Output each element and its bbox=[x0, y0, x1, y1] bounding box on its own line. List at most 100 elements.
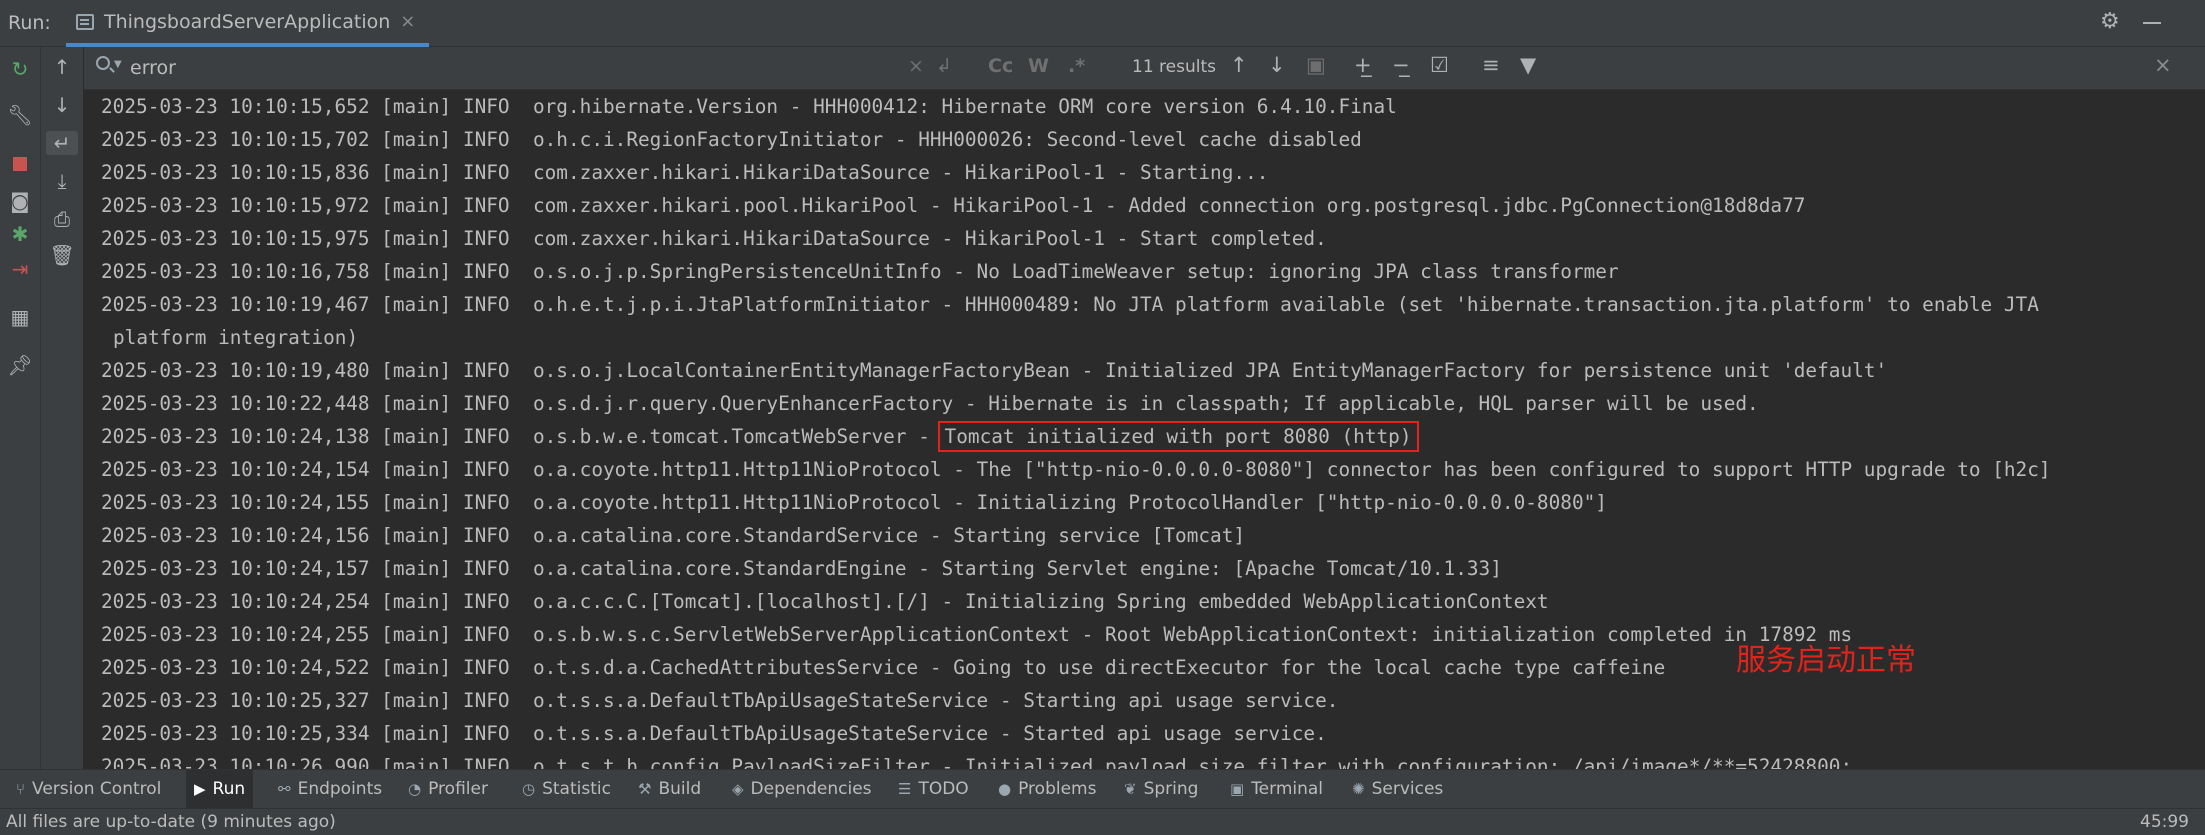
filter-lines-icon[interactable]: ≡ bbox=[1482, 53, 1500, 77]
hammer-icon: ⚒ bbox=[638, 780, 652, 798]
log-line-continuation: platform integration) bbox=[113, 326, 359, 349]
log-line-highlighted: 2025-03-23 10:10:24,138 [main] INFO o.s.… bbox=[101, 420, 2181, 453]
layers-icon: ◈ bbox=[732, 780, 744, 798]
scroll-to-end-icon[interactable]: ⤓ bbox=[50, 169, 74, 193]
tool-label: Services bbox=[1371, 779, 1444, 799]
highlighted-message: Tomcat initialized with port 8080 (http) bbox=[937, 421, 1419, 452]
exit-icon[interactable]: ⇥ bbox=[8, 257, 32, 281]
stop-icon[interactable] bbox=[8, 152, 32, 176]
arrow-up-icon[interactable]: ↑ bbox=[50, 55, 74, 79]
log-line: 2025-03-23 10:10:15,702 [main] INFO o.h.… bbox=[101, 128, 1362, 151]
select-occurrences-icon[interactable]: ☑ bbox=[1430, 53, 1449, 77]
tool-terminal[interactable]: ▣ Terminal bbox=[1222, 770, 1331, 808]
services-icon: ✺ bbox=[1352, 780, 1365, 798]
tool-spring[interactable]: ❦ Spring bbox=[1116, 770, 1206, 808]
log-line: 2025-03-23 10:10:19,467 [main] INFO o.h.… bbox=[101, 293, 2039, 316]
tool-label: Spring bbox=[1143, 779, 1199, 799]
tool-todo[interactable]: ☰ TODO bbox=[890, 770, 977, 808]
search-input[interactable] bbox=[128, 53, 952, 83]
debug-icon[interactable]: ✱ bbox=[8, 222, 32, 246]
tool-label: Endpoints bbox=[297, 779, 383, 799]
minimize-icon[interactable] bbox=[2143, 22, 2161, 24]
log-line: 2025-03-23 10:10:24,157 [main] INFO o.a.… bbox=[101, 557, 1502, 580]
previous-occurrence-icon[interactable]: ↑ bbox=[1230, 53, 1248, 77]
select-all-occurrences-icon[interactable]: ▣ bbox=[1306, 53, 1326, 77]
tool-label: Terminal bbox=[1251, 779, 1324, 799]
log-line: 2025-03-23 10:10:25,327 [main] INFO o.t.… bbox=[101, 689, 1339, 712]
log-line: 2025-03-23 10:10:19,480 [main] INFO o.s.… bbox=[101, 359, 1888, 382]
funnel-icon[interactable]: ▼ bbox=[1520, 53, 1536, 77]
soft-wrap-icon[interactable]: ↵ bbox=[46, 131, 78, 155]
leaf-icon: ❦ bbox=[1124, 780, 1137, 798]
log-line: 2025-03-23 10:10:15,975 [main] INFO com.… bbox=[101, 227, 1327, 250]
endpoints-icon: ⚯ bbox=[278, 780, 291, 798]
layout-icon[interactable]: ▦ bbox=[8, 305, 32, 329]
remove-occurrence-icon[interactable]: −̲ bbox=[1392, 53, 1410, 77]
log-line: 2025-03-23 10:10:24,155 [main] INFO o.a.… bbox=[101, 491, 1607, 514]
annotation-text: 服务启动正常 bbox=[1736, 643, 1916, 678]
camera-icon[interactable]: ◙ bbox=[8, 189, 32, 213]
wrench-icon[interactable]: 🔧︎ bbox=[7, 103, 32, 127]
clear-search-icon[interactable]: × bbox=[908, 55, 924, 77]
log-line: 2025-03-23 10:10:15,652 [main] INFO org.… bbox=[101, 95, 1397, 118]
tool-window-bar: ⑂ Version Control ▶ Run ⚯ Endpoints ◔ Profil… bbox=[0, 769, 2205, 808]
info-icon: ● bbox=[998, 780, 1012, 798]
tool-dependencies[interactable]: ◈ Dependencies bbox=[724, 770, 880, 808]
match-case-toggle[interactable]: Cc bbox=[988, 55, 1013, 77]
status-message[interactable]: All files are up-to-date (9 minutes ago) bbox=[6, 812, 336, 832]
console-icon bbox=[76, 13, 94, 30]
tool-run[interactable]: ▶ Run bbox=[186, 770, 254, 808]
close-tab-icon[interactable]: × bbox=[400, 11, 415, 32]
gear-icon[interactable]: ⚙ bbox=[2100, 9, 2120, 34]
tool-problems[interactable]: ● Problems bbox=[990, 770, 1104, 808]
pin-icon[interactable]: 📌︎ bbox=[7, 353, 32, 377]
arrow-down-icon[interactable]: ↓ bbox=[50, 93, 74, 117]
words-toggle[interactable]: W bbox=[1028, 55, 1049, 77]
log-line-prefix: 2025-03-23 10:10:24,138 [main] INFO o.s.… bbox=[101, 425, 942, 448]
add-occurrence-icon[interactable]: +̲ bbox=[1354, 53, 1372, 77]
results-count: 11 results bbox=[1132, 57, 1216, 77]
play-icon: ▶ bbox=[194, 780, 206, 798]
console-actions-toolbar: ↑ ↓ ↵ ⤓ ⎙ 🗑︎ bbox=[41, 47, 84, 769]
log-line: 2025-03-23 10:10:24,154 [main] INFO o.a.… bbox=[101, 458, 2051, 481]
run-actions-toolbar: ↻ 🔧︎ ◙ ✱ ⇥ ▦ 📌︎ bbox=[0, 47, 41, 769]
tool-statistic[interactable]: ◷ Statistic bbox=[514, 770, 619, 808]
tool-services[interactable]: ✺ Services bbox=[1344, 770, 1451, 808]
log-line: 2025-03-23 10:10:24,254 [main] INFO o.a.… bbox=[101, 590, 1549, 613]
search-icon[interactable] bbox=[96, 56, 110, 70]
tool-label: Statistic bbox=[542, 779, 611, 799]
print-icon[interactable]: ⎙ bbox=[50, 207, 74, 231]
rerun-icon[interactable]: ↻ bbox=[8, 57, 32, 81]
run-tab-title: ThingsboardServerApplication bbox=[104, 10, 391, 33]
log-line: 2025-03-23 10:10:15,836 [main] INFO com.… bbox=[101, 161, 1269, 184]
cursor-position[interactable]: 45:99 bbox=[2140, 812, 2189, 832]
next-occurrence-icon[interactable]: ↓ bbox=[1268, 53, 1286, 77]
tool-version-control[interactable]: ⑂ Version Control bbox=[8, 770, 169, 808]
console-output[interactable]: 2025-03-23 10:10:15,652 [main] INFO org.… bbox=[84, 90, 2205, 769]
tool-label: Dependencies bbox=[750, 779, 872, 799]
regex-toggle[interactable]: .* bbox=[1068, 55, 1085, 77]
branch-icon: ⑂ bbox=[16, 780, 26, 798]
tool-label: Problems bbox=[1018, 779, 1097, 799]
tool-label: Build bbox=[658, 779, 702, 799]
search-history-icon[interactable]: ▼ bbox=[114, 59, 122, 70]
log-line: 2025-03-23 10:10:15,972 [main] INFO com.… bbox=[101, 194, 1806, 217]
log-line: 2025-03-23 10:10:16,758 [main] INFO o.s.… bbox=[101, 260, 1619, 283]
search-bar: ▼ × ↲ Cc W .* 11 results ↑ ↓ ▣ +̲ −̲ ☑ ≡… bbox=[84, 47, 2205, 90]
run-tab-thingsboard[interactable]: ThingsboardServerApplication × bbox=[66, 0, 430, 47]
tool-build[interactable]: ⚒ Build bbox=[630, 770, 709, 808]
profiler-icon: ◔ bbox=[408, 780, 422, 798]
log-line: 2025-03-23 10:10:24,156 [main] INFO o.a.… bbox=[101, 524, 1246, 547]
new-line-icon[interactable]: ↲ bbox=[936, 55, 952, 77]
trash-icon[interactable]: 🗑︎ bbox=[49, 243, 74, 267]
tool-endpoints[interactable]: ⚯ Endpoints bbox=[270, 770, 390, 808]
tool-label: Profiler bbox=[428, 779, 488, 799]
close-search-icon[interactable]: × bbox=[2154, 53, 2172, 77]
tool-label: Run bbox=[212, 779, 246, 799]
terminal-icon: ▣ bbox=[1230, 780, 1245, 798]
tool-profiler[interactable]: ◔ Profiler bbox=[400, 770, 496, 808]
tool-label: TODO bbox=[918, 779, 969, 799]
status-bar: All files are up-to-date (9 minutes ago)… bbox=[0, 808, 2205, 835]
log-line: 2025-03-23 10:10:22,448 [main] INFO o.s.… bbox=[101, 392, 1759, 415]
run-window-header: Run: ThingsboardServerApplication × ⚙ bbox=[0, 0, 2205, 47]
